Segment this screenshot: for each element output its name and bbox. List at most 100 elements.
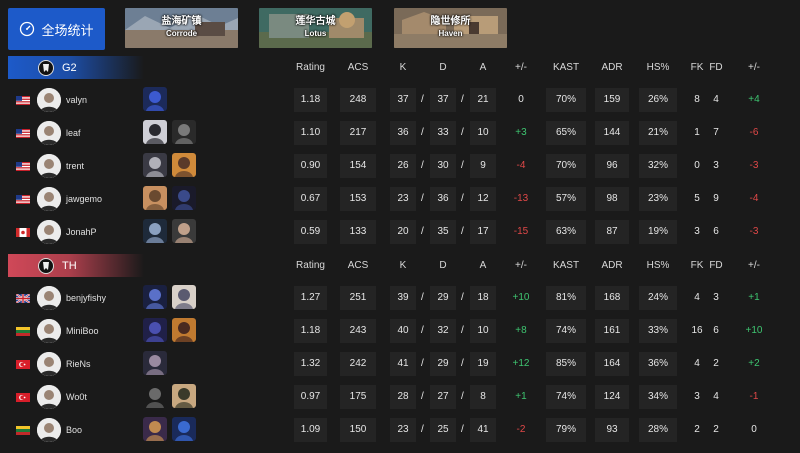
stat-deaths: 37 [430,88,456,112]
player-name[interactable]: leaf [66,117,81,149]
stat-first-deaths: 3 [713,160,719,171]
agent-portrait-icon [143,120,167,144]
stat-separator: / [461,94,464,105]
stat-first-kills: 16 [691,325,703,336]
overall-stats-button[interactable]: 全场统计 [8,8,105,50]
flag-tr-icon [16,360,30,369]
stat-hs-percent: 24% [639,286,677,310]
player-name[interactable]: JonahP [66,216,97,248]
stat-assists: 12 [470,187,496,211]
map-name-cn: 盐海矿镇 [161,16,202,27]
map-name-en: Corrode [165,29,198,38]
column-header-hs: HS% [646,62,670,73]
flag-tr-icon [16,393,30,402]
agent-portrait-icon [143,87,167,111]
stat-acs: 154 [340,154,376,178]
team-logo-icon [38,257,54,274]
stat-fkfd-diff: +2 [748,358,760,369]
stat-first-kills: 1 [694,127,700,138]
player-name[interactable]: jawgemo [66,183,102,215]
stat-assists: 18 [470,286,496,310]
stat-separator: / [461,292,464,303]
stat-separator: / [421,160,424,171]
stat-kills: 26 [390,154,416,178]
stat-acs: 153 [340,187,376,211]
player-row: valyn 1.18 248 37 37 21 0 70% 159 26% 8 4 +4 / / [0,84,800,116]
stat-rating: 1.18 [294,319,327,343]
column-header-fd: FD [709,260,723,271]
stat-deaths: 32 [430,319,456,343]
stat-kills: 28 [390,385,416,409]
map-tab-haven[interactable]: 隐世修所 Haven [394,8,507,48]
stat-kast: 81% [546,286,586,310]
stat-kd-diff: +3 [515,127,527,138]
agent-portrait-icon [143,219,167,243]
player-name[interactable]: Wo0t [66,381,87,413]
stat-rating: 1.27 [294,286,327,310]
stat-kd-diff: -2 [516,424,526,435]
stat-kast: 65% [546,121,586,145]
flag-us-icon [16,129,30,138]
agent-portrait-icon [172,417,196,441]
stat-kast: 57% [546,187,586,211]
stat-kills: 23 [390,418,416,442]
stat-kast: 70% [546,88,586,112]
column-header-d: D [439,260,447,271]
column-header-a: A [479,260,487,271]
flag-ca-icon [16,228,30,237]
player-name[interactable]: Boo [66,414,82,446]
stat-kills: 36 [390,121,416,145]
flag-us-icon [16,96,30,105]
stat-first-deaths: 6 [713,325,719,336]
stat-first-kills: 3 [694,391,700,402]
player-name[interactable]: valyn [66,84,87,116]
stat-first-deaths: 3 [713,292,719,303]
stat-fkfd-diff: -3 [749,226,759,237]
stat-hs-percent: 28% [639,418,677,442]
player-row: leaf 1.10 217 36 33 10 +3 65% 144 21% 1 7 -6 / / [0,117,800,149]
agent-portrait-icon [143,351,167,375]
stat-deaths: 27 [430,385,456,409]
stat-deaths: 30 [430,154,456,178]
stat-rating: 0.59 [294,220,327,244]
player-name[interactable]: trent [66,150,84,182]
team-header: TH Rating ACS K D A +/- KAST ADR HS% FK FD +/- [0,254,800,277]
player-row: benjyfishy 1.27 251 39 29 18 +10 81% 168 24% 4 3 +1 /… [0,282,800,314]
player-avatar [37,319,61,343]
agent-portrait-icon [172,120,196,144]
stat-deaths: 29 [430,352,456,376]
stat-kd-diff: +1 [515,391,527,402]
map-name-en: Lotus [304,29,327,38]
stat-first-deaths: 9 [713,193,719,204]
map-tab-corrode[interactable]: 盐海矿镇 Corrode [125,8,238,48]
stat-adr: 168 [595,286,629,310]
map-name-cn: 隐世修所 [430,16,471,27]
player-row: Boo 1.09 150 23 25 41 -2 79% 93 28% 2 2 0 / / [0,414,800,446]
column-header-kd-diff: +/- [515,62,527,73]
stat-fkfd-diff: +10 [745,325,763,336]
column-header-acs: ACS [347,260,369,271]
stat-kast: 79% [546,418,586,442]
stat-assists: 8 [470,385,496,409]
flag-us-icon [16,162,30,171]
column-header-hs: HS% [646,260,670,271]
stat-kast: 74% [546,319,586,343]
player-name[interactable]: benjyfishy [66,282,106,314]
stat-adr: 93 [595,418,629,442]
player-avatar [37,88,61,112]
stat-first-deaths: 7 [713,127,719,138]
stat-hs-percent: 33% [639,319,677,343]
player-name[interactable]: MiniBoo [66,315,99,347]
column-header-rating: Rating [296,62,325,73]
column-header-fk: FK [690,62,704,73]
stat-assists: 10 [470,121,496,145]
column-header-fkfd-diff: +/- [748,62,760,73]
stat-adr: 144 [595,121,629,145]
map-tab-lotus[interactable]: 莲华古城 Lotus [259,8,372,48]
stat-acs: 133 [340,220,376,244]
stat-adr: 87 [595,220,629,244]
agent-portrait-icon [143,417,167,441]
agent-portrait-icon [143,318,167,342]
player-name[interactable]: RieNs [66,348,91,380]
stat-first-kills: 3 [694,226,700,237]
